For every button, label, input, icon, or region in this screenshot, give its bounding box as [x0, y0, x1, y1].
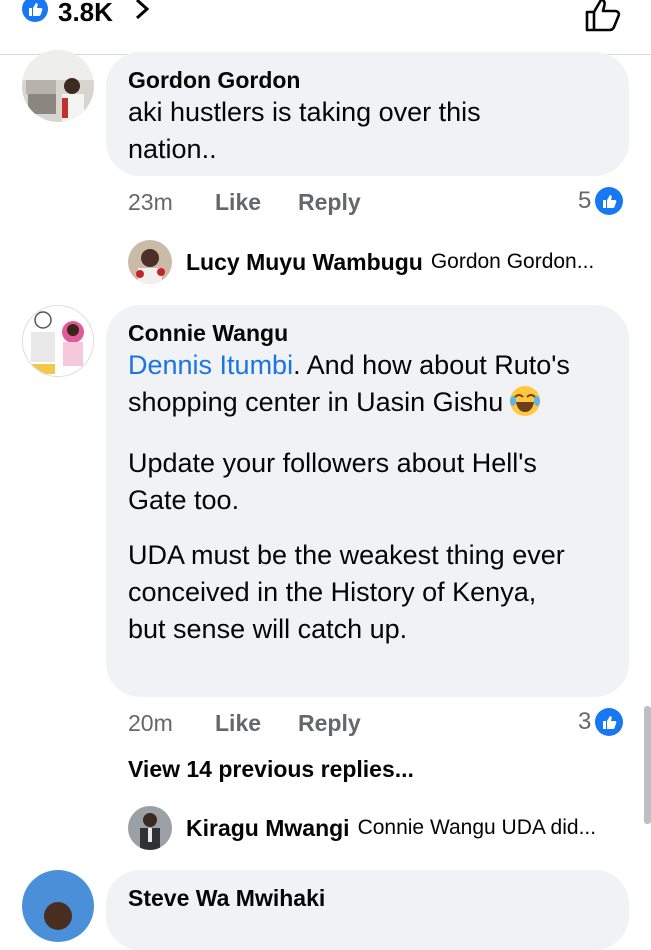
reply-snippet: Gordon Gordon...: [430, 250, 595, 273]
reply-snippet: Connie Wangu UDA did...: [357, 816, 597, 839]
scrollbar[interactable]: [644, 706, 651, 824]
mention-link[interactable]: Dennis Itumbi: [128, 350, 293, 380]
view-previous-replies[interactable]: View 14 previous replies...: [128, 756, 414, 783]
avatar-lucy: [128, 240, 172, 284]
avatar-kiragu: [128, 806, 172, 850]
comment-text: Update your followers about Hell's Gate …: [128, 448, 537, 515]
laughing-emoji-icon: [509, 385, 541, 427]
reply-button[interactable]: Reply: [298, 710, 361, 737]
thumbs-up-outline-icon[interactable]: [583, 0, 625, 34]
reaction-count: 5: [578, 187, 592, 214]
reply-button[interactable]: Reply: [298, 189, 361, 216]
like-button[interactable]: Like: [215, 710, 261, 737]
comment-time: 20m: [128, 710, 173, 736]
reaction-summary[interactable]: 3: [578, 708, 624, 736]
reaction-summary[interactable]: 5: [578, 187, 624, 215]
reaction-count[interactable]: 3.8K: [58, 0, 113, 28]
like-icon: [595, 187, 624, 215]
reply-author[interactable]: Kiragu Mwangi: [186, 815, 350, 842]
chevron-right-icon[interactable]: [132, 0, 152, 24]
comment-time: 23m: [128, 189, 173, 215]
like-button[interactable]: Like: [215, 189, 261, 216]
comment-text: aki hustlers is taking over this nation.…: [128, 97, 481, 164]
reaction-count: 3: [578, 708, 592, 735]
post-stats-bar: 3.8K: [0, 0, 651, 55]
comment-author[interactable]: Steve Wa Mwihaki: [128, 884, 607, 912]
like-icon: [595, 708, 624, 736]
reply-preview[interactable]: Kiragu Mwangi Connie Wangu UDA did...: [128, 806, 596, 850]
comment-bubble: Gordon Gordon aki hustlers is taking ove…: [106, 52, 629, 176]
comment-author[interactable]: Gordon Gordon: [128, 66, 607, 94]
comment-author[interactable]: Connie Wangu: [128, 319, 607, 347]
avatar-gordon[interactable]: [22, 50, 94, 122]
comment-text: UDA must be the weakest thing ever conce…: [128, 540, 565, 644]
avatar-steve[interactable]: [22, 870, 94, 942]
reply-preview[interactable]: Lucy Muyu Wambugu Gordon Gordon...: [128, 240, 594, 284]
reply-author[interactable]: Lucy Muyu Wambugu: [186, 249, 423, 276]
comment-bubble: Connie Wangu Dennis Itumbi. And how abou…: [106, 305, 629, 697]
like-icon: [22, 0, 48, 22]
comment-bubble: Steve Wa Mwihaki: [106, 870, 629, 950]
comment-text: Dennis Itumbi. And how about Ruto's shop…: [128, 347, 607, 427]
avatar-connie[interactable]: [22, 305, 94, 377]
